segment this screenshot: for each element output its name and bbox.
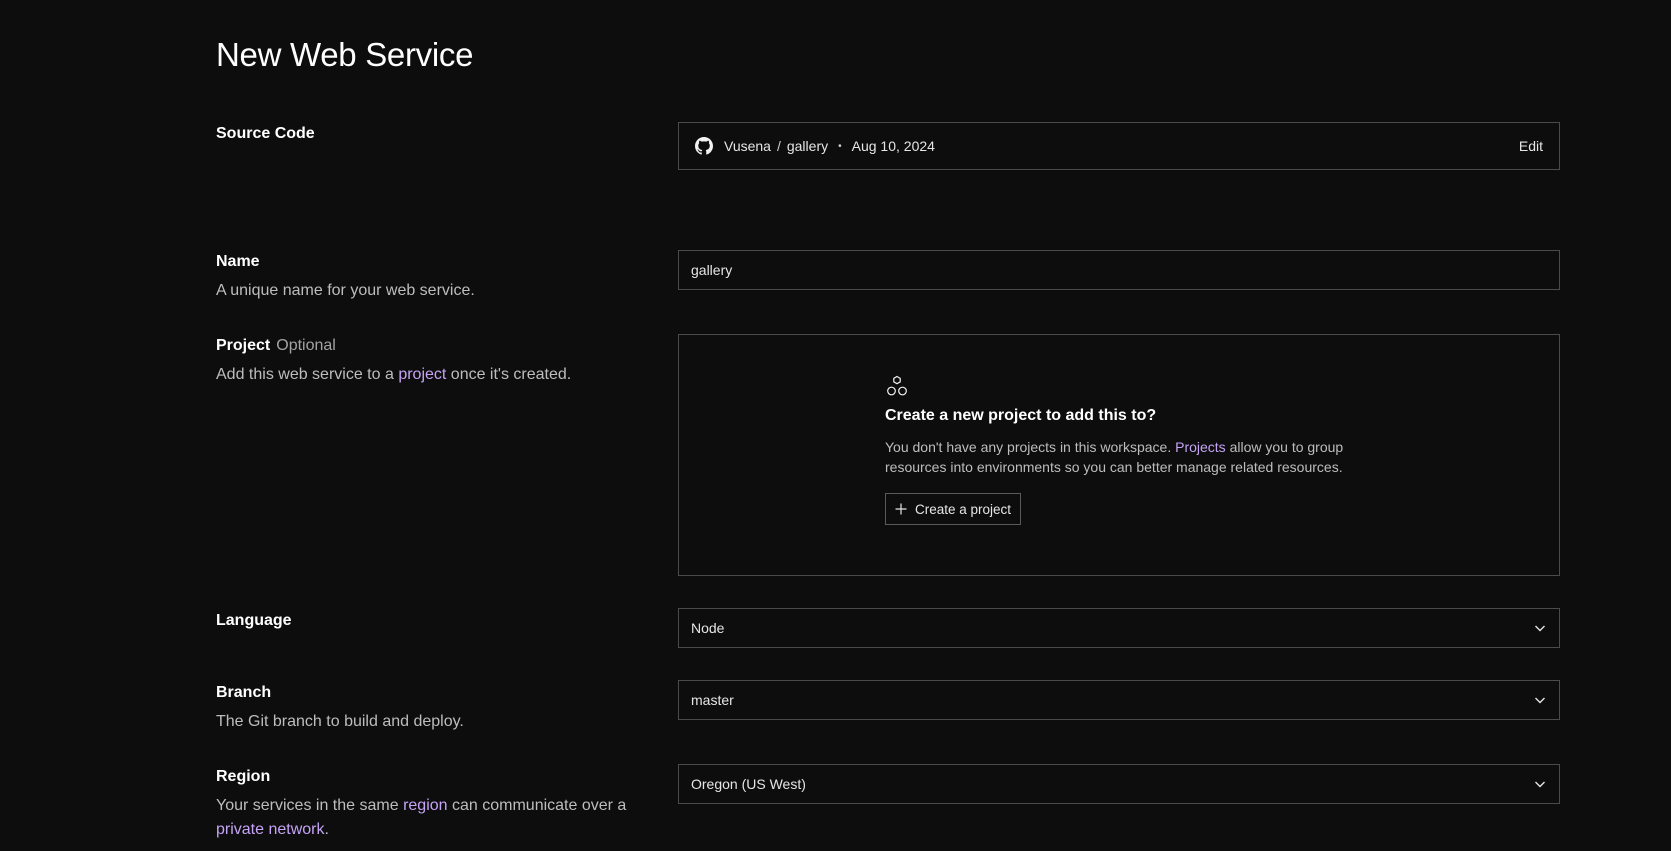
project-description: Add this web service to a project once i… — [216, 363, 636, 387]
branch-description: The Git branch to build and deploy. — [216, 713, 464, 730]
project-card-title: Create a new project to add this to? — [885, 407, 1157, 424]
chevron-down-icon — [1533, 693, 1547, 707]
source-code-label-group: Source Code — [216, 123, 636, 145]
region-description: Your services in the same region can com… — [216, 794, 636, 842]
new-web-service-page: New Web Service Source Code Vusena / gal… — [0, 0, 1671, 851]
language-label-group: Language — [216, 610, 636, 632]
repo-name: gallery — [786, 138, 829, 154]
region-desc-before: Your services in the same — [216, 797, 404, 814]
source-code-box: Vusena / gallery • Aug 10, 2024 Edit — [678, 122, 1560, 170]
project-card: Create a new project to add this to? You… — [678, 334, 1560, 576]
region-desc-middle: can communicate over a — [447, 797, 627, 814]
create-project-button[interactable]: Create a project — [885, 493, 1022, 525]
chevron-down-icon — [1533, 777, 1547, 791]
region-label-group: Region Your services in the same region … — [216, 766, 636, 842]
github-icon — [695, 137, 713, 155]
project-desc-before: Add this web service to a — [216, 366, 399, 383]
project-card-content: Create a new project to add this to? You… — [885, 375, 1355, 525]
name-input[interactable]: gallery — [678, 250, 1560, 290]
project-label: Project Optional — [216, 335, 636, 357]
repo-date: Aug 10, 2024 — [851, 138, 935, 154]
project-label-text: Project — [216, 337, 271, 354]
project-label-group: Project Optional Add this web service to … — [216, 335, 636, 387]
branch-label: Branch — [216, 684, 272, 701]
branch-label-group: Branch The Git branch to build and deplo… — [216, 682, 636, 734]
chevron-down-icon — [1533, 621, 1547, 635]
region-link[interactable]: region — [403, 797, 447, 814]
project-desc-after: once it's created. — [446, 366, 572, 383]
bullet-separator: • — [838, 140, 842, 152]
region-selected-value: Oregon (US West) — [691, 776, 806, 792]
name-label: Name — [216, 253, 260, 270]
project-card-desc-before: You don't have any projects in this work… — [885, 439, 1176, 455]
edit-source-button[interactable]: Edit — [1519, 138, 1543, 154]
region-label: Region — [216, 768, 271, 785]
optional-tag: Optional — [276, 337, 336, 354]
source-code-label: Source Code — [216, 125, 315, 142]
project-link[interactable]: project — [398, 366, 446, 383]
private-network-link[interactable]: private network — [216, 821, 325, 838]
branch-select[interactable]: master — [678, 680, 1560, 720]
project-hexagons-icon — [885, 375, 909, 399]
name-input-value: gallery — [691, 262, 733, 278]
project-card-description: You don't have any projects in this work… — [885, 437, 1355, 477]
region-desc-after: . — [324, 821, 329, 838]
plus-icon — [895, 503, 907, 515]
language-select[interactable]: Node — [678, 608, 1560, 648]
name-label-group: Name A unique name for your web service. — [216, 251, 636, 303]
branch-selected-value: master — [691, 692, 734, 708]
language-label: Language — [216, 612, 292, 629]
region-select[interactable]: Oregon (US West) — [678, 764, 1560, 804]
repo-owner: Vusena — [724, 138, 771, 154]
projects-link[interactable]: Projects — [1175, 439, 1226, 455]
name-description: A unique name for your web service. — [216, 282, 475, 299]
page-title: New Web Service — [216, 36, 474, 73]
repo-separator: / — [776, 138, 781, 154]
language-selected-value: Node — [691, 620, 725, 636]
create-project-label: Create a project — [915, 501, 1012, 517]
